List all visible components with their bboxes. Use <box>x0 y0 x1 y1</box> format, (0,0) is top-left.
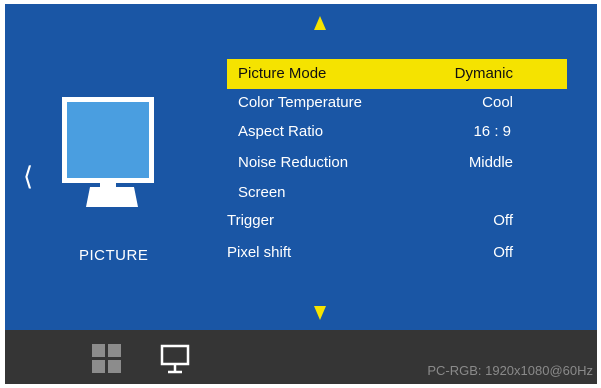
osd-menu: ⟨ PICTURE Picture Mode Dymanic Color Tem… <box>5 4 597 384</box>
menu-item-label: Aspect Ratio <box>238 123 324 140</box>
grid-icon[interactable] <box>92 344 122 374</box>
triangle-up-icon[interactable] <box>314 16 326 30</box>
bottom-bar: PC-RGB: 1920x1080@60Hz <box>5 326 597 384</box>
monitor-icon <box>62 97 162 217</box>
menu-item-noise-reduction[interactable]: Noise Reduction Middle <box>227 148 567 178</box>
menu-item-label: Color Temperature <box>238 94 362 111</box>
menu-item-aspect-ratio[interactable]: Aspect Ratio 16 : 9 <box>227 117 567 147</box>
menu-item-picture-mode[interactable]: Picture Mode Dymanic <box>227 59 567 89</box>
menu-item-value: Off <box>493 244 513 261</box>
menu-item-label: Noise Reduction <box>238 154 349 171</box>
menu-item-value: 16 : 9 <box>473 123 511 140</box>
menu-item-label: Screen <box>238 184 286 201</box>
menu-item-label: Trigger <box>227 212 274 229</box>
display-icon[interactable] <box>160 344 190 376</box>
settings-panel: ⟨ PICTURE Picture Mode Dymanic Color Tem… <box>5 4 597 326</box>
menu-item-color-temperature[interactable]: Color Temperature Cool <box>227 88 567 118</box>
menu-item-label: Picture Mode <box>238 65 327 82</box>
menu-item-pixel-shift[interactable]: Pixel shift Off <box>227 238 567 268</box>
triangle-down-icon[interactable] <box>314 306 326 320</box>
menu-item-value: Cool <box>482 94 513 111</box>
bottom-bar-divider <box>5 326 597 330</box>
menu-item-label: Pixel shift <box>227 244 292 261</box>
menu-item-trigger[interactable]: Trigger Off <box>227 206 567 236</box>
menu-item-screen[interactable]: Screen <box>227 178 567 208</box>
menu-item-value: Off <box>493 212 513 229</box>
input-status: PC-RGB: 1920x1080@60Hz <box>427 363 593 378</box>
back-chevron-icon[interactable]: ⟨ <box>23 164 33 190</box>
menu-item-value: Middle <box>468 154 513 171</box>
category-label: PICTURE <box>79 247 149 264</box>
menu-item-value: Dymanic <box>454 65 513 82</box>
